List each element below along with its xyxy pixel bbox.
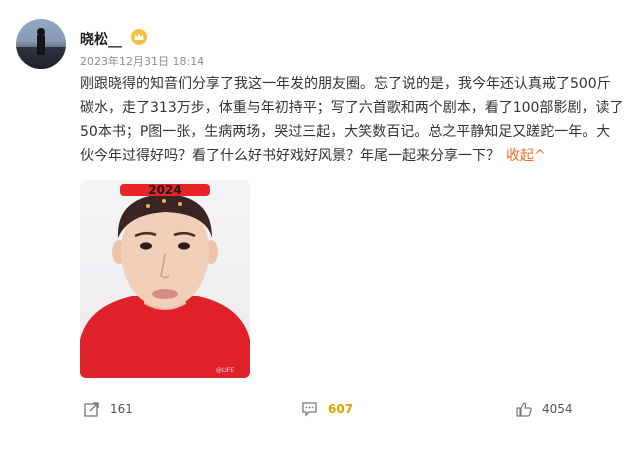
post-image[interactable]: 2024 @LIFE xyxy=(80,180,250,378)
post-text-last: 伙今年过得好吗？看了什么好书好戏好风景？年尾一起来分享一下？ xyxy=(80,148,500,164)
like-icon xyxy=(516,402,532,417)
post-text-line: 碳水，走了313万步，体重与年初持平；写了六首歌和两个剧本，看了100部影剧，读… xyxy=(80,100,624,116)
avatar-figure xyxy=(37,33,45,55)
share-button[interactable]: 161 xyxy=(84,401,133,417)
post-text: 刚跟晓得的知音们分享了我这一年发的朋友圈。忘了说的是，我今年还认真戒了500斤 … xyxy=(80,72,626,168)
comment-button[interactable]: 607 xyxy=(301,401,353,417)
headband-text: 2024 xyxy=(148,183,181,197)
like-button[interactable]: 4054 xyxy=(516,401,573,417)
like-count: 4054 xyxy=(542,402,573,416)
image-watermark: @LIFE xyxy=(216,367,235,374)
collapse-link[interactable]: 收起^ xyxy=(506,148,546,164)
post-text-line: 伙今年过得好吗？看了什么好书好戏好风景？年尾一起来分享一下？ 收起^ xyxy=(80,144,626,168)
author-name[interactable]: 晓松__ xyxy=(80,29,122,49)
comment-icon xyxy=(302,402,317,417)
share-icon xyxy=(84,402,99,417)
post-timestamp: 2023年12月31日 18:14 xyxy=(80,55,205,68)
portrait-illustration: 2024 @LIFE xyxy=(80,183,250,378)
post-text-line: 50本书；P图一张，生病两场，哭过三起，大笑数百记。总之平静知足又蹉跎一年。大 xyxy=(80,124,611,140)
crown-icon xyxy=(131,29,147,45)
share-count: 161 xyxy=(110,402,133,416)
avatar[interactable] xyxy=(16,19,66,69)
comment-count: 607 xyxy=(328,402,354,416)
post-text-line: 刚跟晓得的知音们分享了我这一年发的朋友圈。忘了说的是，我今年还认真戒了500斤 xyxy=(80,76,611,92)
